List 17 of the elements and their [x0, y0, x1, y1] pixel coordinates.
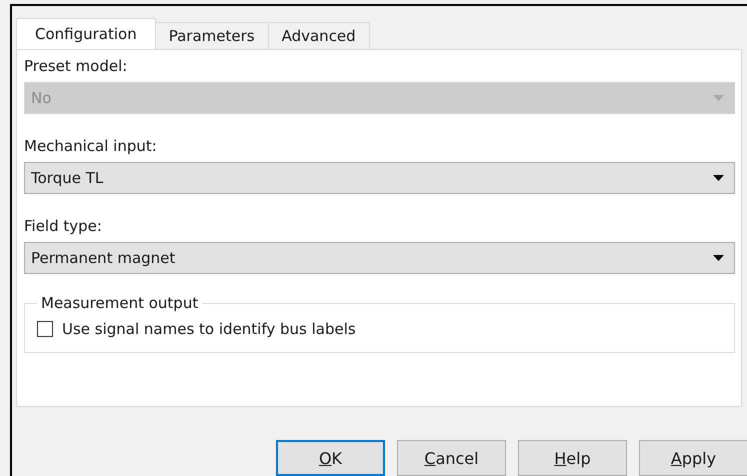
tab[interactable]: Advanced [268, 22, 370, 49]
dropdown[interactable]: Torque TL [24, 162, 735, 194]
checkbox[interactable] [37, 321, 53, 337]
tab[interactable]: Configuration [16, 18, 156, 49]
caret-icon [713, 255, 724, 261]
caret-icon [713, 95, 724, 101]
field-label: Preset model: [24, 56, 128, 76]
dialog-button[interactable]: OK [276, 440, 385, 476]
group-title: Measurement output [40, 294, 200, 312]
field-label: Field type: [24, 216, 103, 236]
dialog-button[interactable]: Cancel [397, 440, 506, 476]
dialog-button[interactable]: Help [518, 440, 627, 476]
dialog-button[interactable]: Apply [639, 440, 747, 476]
caret-icon [713, 175, 724, 181]
field-label: Mechanical input: [24, 136, 158, 156]
dropdown[interactable]: Permanent magnet [24, 242, 735, 274]
checkbox-label: Use signal names to identify bus labels [62, 320, 356, 338]
